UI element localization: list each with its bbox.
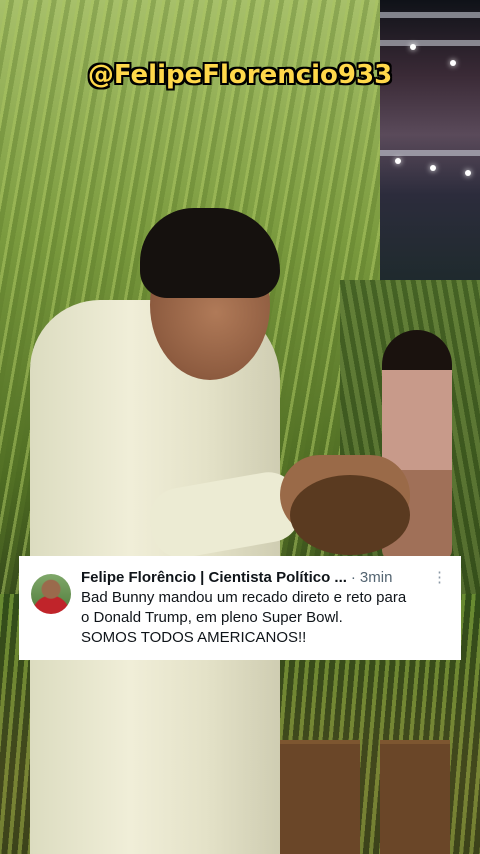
tweet-timestamp[interactable]: 3min (360, 568, 393, 587)
watermark-handle: @FelipeFlorencio933 (87, 60, 393, 90)
more-options-icon[interactable]: ⋮ (432, 568, 447, 587)
separator-dot: · (350, 569, 356, 586)
profile-avatar[interactable] (31, 574, 71, 614)
tweet-card[interactable]: Felipe Florêncio | Cientista Político ..… (19, 556, 461, 660)
tweet-line: Bad Bunny mandou um recado direto e reto… (81, 589, 407, 606)
tweet-line: o Donald Trump, em pleno Super Bowl. (81, 609, 343, 626)
tweet-content: Felipe Florêncio | Cientista Político ..… (81, 568, 447, 650)
video-frame[interactable]: @FelipeFlorencio933 Felipe Florêncio | C… (0, 0, 480, 854)
tweet-header: Felipe Florêncio | Cientista Político ..… (81, 568, 447, 587)
tweet-line: SOMOS TODOS AMERICANOS!! (81, 629, 307, 646)
tweet-text: Bad Bunny mandou um recado direto e reto… (81, 588, 447, 648)
planter-box (380, 740, 450, 854)
coconut (290, 475, 410, 555)
author-name[interactable]: Felipe Florêncio | Cientista Político ..… (81, 568, 347, 587)
